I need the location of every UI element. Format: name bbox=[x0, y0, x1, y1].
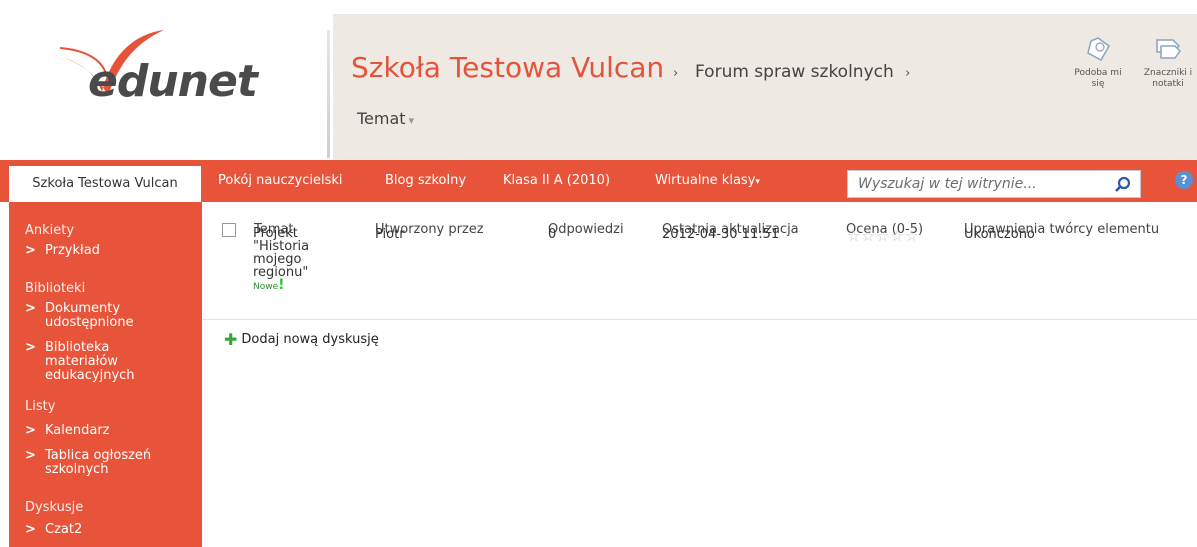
divider bbox=[202, 319, 1197, 320]
sidebar-item-label: Kalendarz bbox=[45, 423, 110, 438]
top-navigation: Szkoła Testowa Vulcan Pokój nauczycielsk… bbox=[0, 160, 1197, 202]
arrow-right-icon: > bbox=[25, 423, 36, 438]
nav-item-teachers-room[interactable]: Pokój nauczycielski bbox=[218, 173, 342, 188]
sidebar-item-notice-board[interactable]: > Tablica ogłoszeń szkolnych bbox=[25, 449, 160, 477]
sidebar-item-label: Dokumenty udostępnione bbox=[45, 301, 134, 330]
topic-link[interactable]: Projekt "Historia mojego regionu" bbox=[253, 226, 309, 280]
star-icon[interactable]: ☆ bbox=[890, 227, 903, 245]
star-icon[interactable]: ☆ bbox=[876, 227, 889, 245]
sidebar-heading-libraries[interactable]: Biblioteki bbox=[25, 281, 85, 296]
nav-home[interactable]: Szkoła Testowa Vulcan bbox=[9, 166, 201, 202]
sidebar-item-label: Przykład bbox=[45, 243, 100, 258]
sidebar-item-label: Czat2 bbox=[45, 522, 83, 537]
page-title[interactable]: Temat ▾ bbox=[357, 109, 414, 128]
sidebar-item-example[interactable]: > Przykład bbox=[25, 244, 185, 258]
title-area: Szkoła Testowa Vulcan › Forum spraw szko… bbox=[333, 14, 1197, 160]
breadcrumb-separator: › bbox=[905, 66, 911, 81]
page-title-text: Temat bbox=[357, 109, 406, 128]
star-icon[interactable]: ☆ bbox=[905, 227, 918, 245]
arrow-right-icon: > bbox=[25, 448, 36, 463]
like-label: Podoba mi się bbox=[1074, 68, 1122, 89]
status-cell: Ukończono bbox=[964, 227, 1035, 242]
new-badge: Nowe bbox=[253, 282, 279, 292]
chevron-down-icon[interactable]: ▾ bbox=[409, 114, 415, 127]
tags-notes-button[interactable]: Znaczniki i notatki bbox=[1138, 36, 1197, 90]
search-box bbox=[847, 170, 1141, 198]
rating-stars[interactable]: ☆ ☆ ☆ ☆ ☆ bbox=[847, 227, 918, 245]
topic-cell: Projekt "Historia mojego regionu" Nowe! bbox=[253, 227, 323, 294]
help-icon[interactable]: ? bbox=[1175, 171, 1193, 189]
arrow-right-icon: > bbox=[25, 243, 36, 258]
logo[interactable]: edunet bbox=[18, 14, 320, 157]
logo-text: edunet bbox=[88, 56, 258, 107]
sidebar-item-label: Biblioteka materiałów edukacyjnych bbox=[45, 340, 135, 383]
site-title-text[interactable]: Szkoła Testowa Vulcan bbox=[351, 51, 664, 84]
header: edunet Szkoła Testowa Vulcan › Forum spr… bbox=[0, 0, 1197, 160]
replies-cell: 0 bbox=[548, 227, 557, 242]
author-cell[interactable]: Piotr bbox=[375, 227, 405, 242]
tags-notes-icon bbox=[1156, 39, 1181, 59]
site-title[interactable]: Szkoła Testowa Vulcan › bbox=[351, 51, 678, 84]
add-discussion-link[interactable]: ✚ Dodaj nową dyskusję bbox=[224, 330, 379, 349]
star-icon[interactable]: ☆ bbox=[861, 227, 874, 245]
nav-item-school-blog[interactable]: Blog szkolny bbox=[385, 173, 466, 188]
sidebar-heading-lists[interactable]: Listy bbox=[25, 399, 55, 414]
nav-item-class[interactable]: Klasa II A (2010) bbox=[503, 173, 610, 188]
search-icon[interactable] bbox=[1113, 175, 1133, 195]
sidebar-heading-discussions[interactable]: Dyskusje bbox=[25, 500, 83, 515]
new-exclamation-icon: ! bbox=[278, 277, 285, 293]
arrow-right-icon: > bbox=[25, 340, 36, 355]
sidebar: Ankiety > Przykład Biblioteki > Dokument… bbox=[9, 202, 202, 547]
nav-item-virtual-classes-label: Wirtualne klasy bbox=[655, 173, 756, 188]
sidebar-item-chat[interactable]: > Czat2 bbox=[25, 523, 185, 537]
sidebar-item-calendar[interactable]: > Kalendarz bbox=[25, 424, 185, 438]
tags-notes-label: Znaczniki i notatki bbox=[1143, 68, 1193, 89]
add-discussion-label: Dodaj nową dyskusję bbox=[241, 332, 379, 347]
sidebar-item-shared-documents[interactable]: > Dokumenty udostępnione bbox=[25, 302, 145, 330]
chevron-down-icon[interactable]: ▾ bbox=[755, 177, 760, 187]
main-content: Temat Utworzony przez Odpowiedzi Ostatni… bbox=[202, 202, 1197, 547]
plus-icon: ✚ bbox=[224, 330, 238, 349]
star-icon[interactable]: ☆ bbox=[847, 227, 860, 245]
sidebar-heading-surveys[interactable]: Ankiety bbox=[25, 223, 74, 238]
like-button[interactable]: Podoba mi się bbox=[1068, 36, 1128, 90]
breadcrumb-separator: › bbox=[673, 66, 679, 81]
column-header-replies[interactable]: Odpowiedzi bbox=[548, 222, 624, 237]
breadcrumb-forum-link[interactable]: Forum spraw szkolnych bbox=[695, 62, 894, 82]
sidebar-item-edu-library[interactable]: > Biblioteka materiałów edukacyjnych bbox=[25, 341, 140, 383]
tag-like-icon bbox=[1087, 37, 1110, 62]
nav-item-virtual-classes[interactable]: Wirtualne klasy▾ bbox=[655, 173, 760, 188]
select-all-checkbox[interactable] bbox=[222, 223, 236, 237]
header-divider bbox=[327, 30, 330, 158]
sidebar-item-label: Tablica ogłoszeń szkolnych bbox=[45, 448, 152, 477]
search-input[interactable] bbox=[848, 171, 1103, 197]
breadcrumb: Forum spraw szkolnych › bbox=[695, 62, 910, 82]
updated-cell: 2012-04-30 11:51 bbox=[662, 227, 780, 242]
arrow-right-icon: > bbox=[25, 522, 36, 537]
arrow-right-icon: > bbox=[25, 301, 36, 316]
